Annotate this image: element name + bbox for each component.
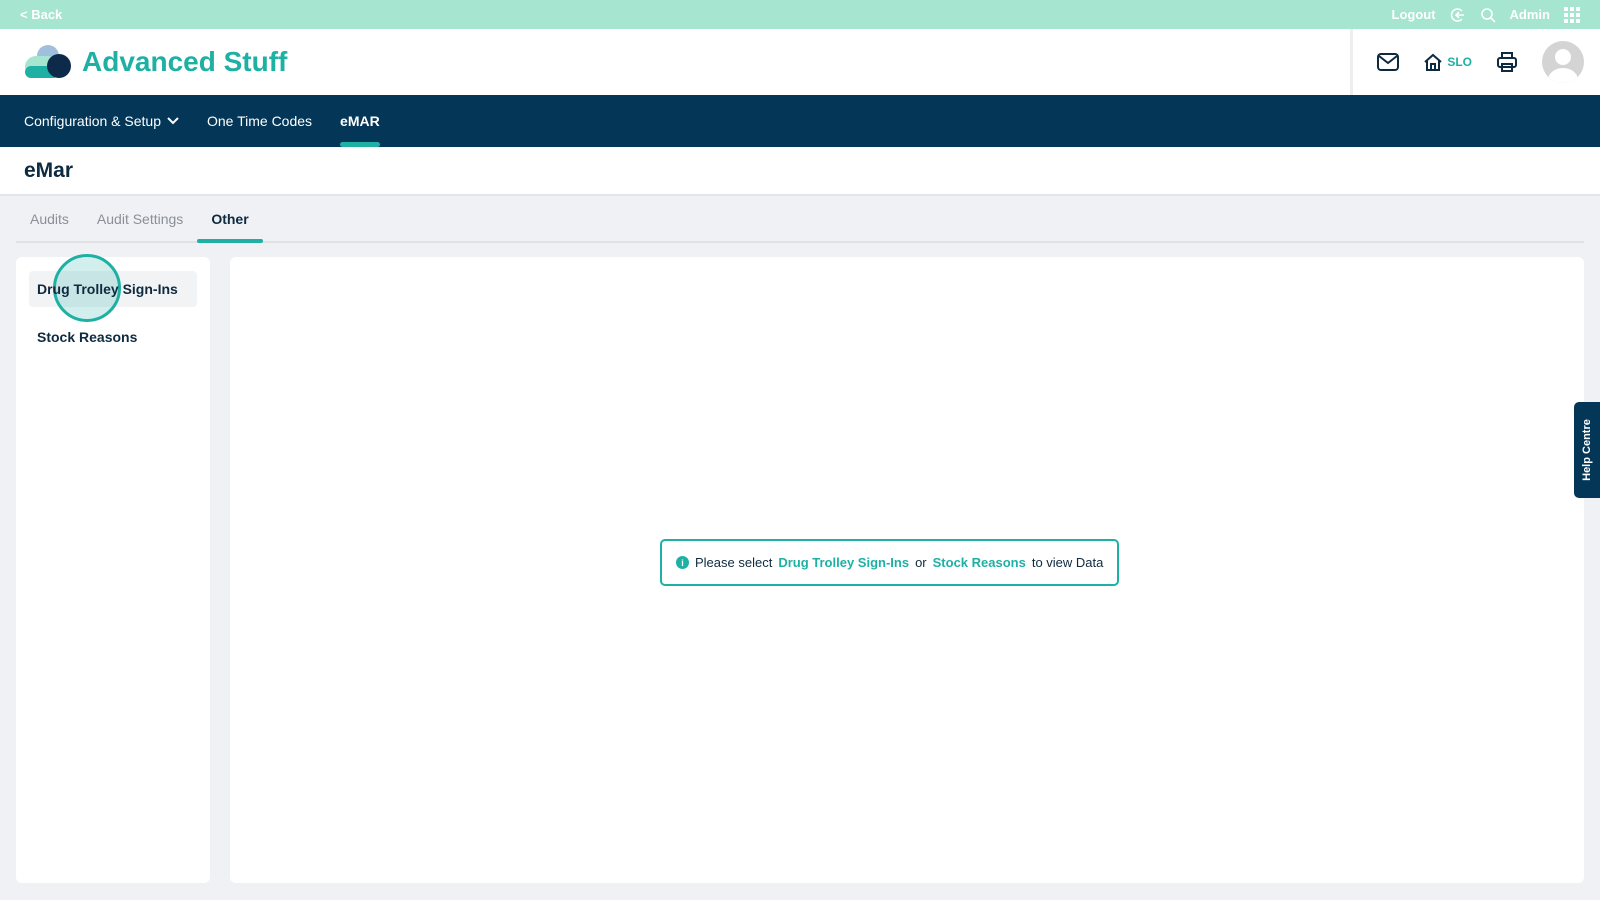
tab-audit-settings[interactable]: Audit Settings xyxy=(83,211,197,241)
drug-trolley-link[interactable]: Drug Trolley Sign-Ins xyxy=(778,555,909,570)
nav-label: Configuration & Setup xyxy=(24,113,161,129)
nav-label: eMAR xyxy=(340,113,380,129)
sidebar-item-drug-trolley-sign-ins[interactable]: Drug Trolley Sign-Ins xyxy=(29,254,197,322)
avatar[interactable] xyxy=(1542,41,1584,83)
info-icon: i xyxy=(676,556,689,569)
nav-emar[interactable]: eMAR xyxy=(340,95,380,147)
logout-link[interactable]: Logout xyxy=(1392,7,1436,22)
back-link[interactable]: < Back xyxy=(20,7,62,22)
main-nav: Configuration & Setup One Time Codes eMA… xyxy=(0,95,1600,147)
help-centre-label: Help Centre xyxy=(1581,419,1593,481)
sidebar-item-label: Stock Reasons xyxy=(37,329,138,345)
top-bar: < Back Logout Admin xyxy=(0,0,1600,29)
print-icon[interactable] xyxy=(1496,51,1518,73)
brand[interactable]: Advanced Stuff xyxy=(24,44,287,80)
brand-name: Advanced Stuff xyxy=(82,46,288,77)
home-label: SLO xyxy=(1447,55,1472,69)
logo-icon xyxy=(25,45,71,78)
apps-grid-icon[interactable] xyxy=(1564,6,1580,23)
chevron-down-icon xyxy=(167,117,179,125)
tabs: Audits Audit Settings Other xyxy=(16,196,1584,243)
stock-reasons-link[interactable]: Stock Reasons xyxy=(933,555,1026,570)
nav-configuration-setup[interactable]: Configuration & Setup xyxy=(24,95,179,147)
sidebar-item-label: Drug Trolley Sign-Ins xyxy=(37,281,178,297)
logout-icon[interactable] xyxy=(1450,7,1466,23)
message-mid: or xyxy=(915,555,927,570)
user-name[interactable]: Admin xyxy=(1510,7,1550,22)
header: Advanced Stuff SLO xyxy=(0,29,1600,95)
home-icon xyxy=(1424,53,1442,71)
info-message: i Please select Drug Trolley Sign-Ins or… xyxy=(660,539,1120,586)
page-title: eMar xyxy=(0,147,1600,196)
home-button[interactable]: SLO xyxy=(1423,52,1472,72)
tab-other[interactable]: Other xyxy=(197,211,264,243)
search-icon[interactable] xyxy=(1480,7,1496,23)
help-centre-button[interactable]: Help Centre xyxy=(1574,402,1600,498)
sidebar-item-stock-reasons[interactable]: Stock Reasons xyxy=(29,319,197,355)
sidebar: Drug Trolley Sign-Ins Stock Reasons xyxy=(16,254,210,883)
message-prefix: Please select xyxy=(695,555,773,570)
nav-label: One Time Codes xyxy=(206,113,313,129)
nav-one-time-codes[interactable]: One Time Codes xyxy=(207,95,312,147)
tab-audits[interactable]: Audits xyxy=(16,211,83,241)
content-panel: i Please select Drug Trolley Sign-Ins or… xyxy=(230,257,1584,883)
mail-icon[interactable] xyxy=(1377,53,1400,71)
message-suffix: to view Data xyxy=(1031,555,1104,570)
